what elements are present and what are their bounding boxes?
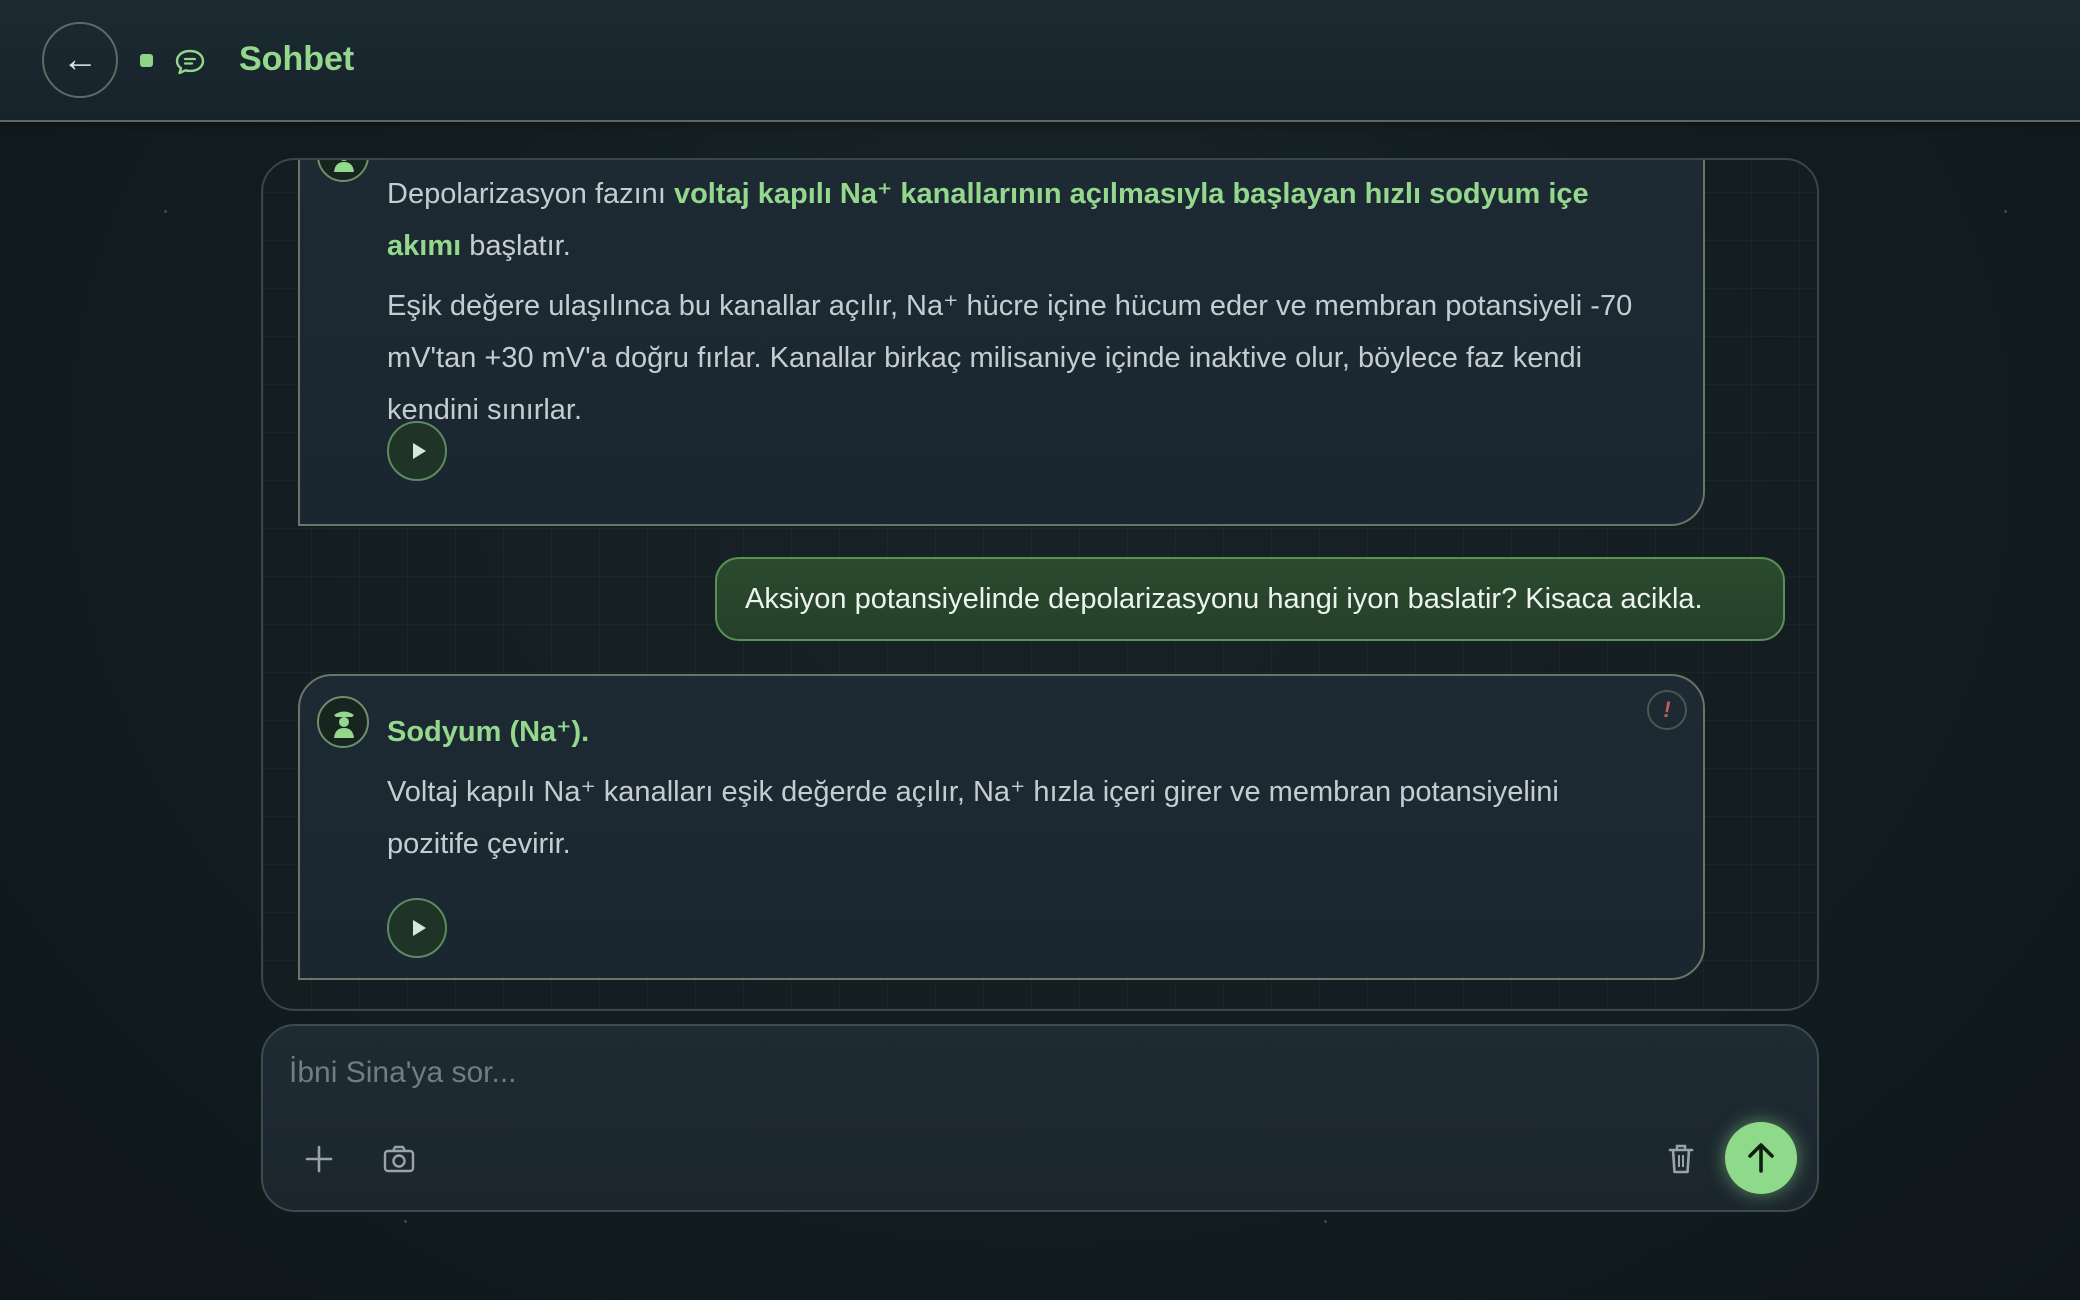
report-warning-button[interactable]: ! xyxy=(1647,690,1687,730)
assistant-avatar xyxy=(317,696,369,748)
lead-text: Depolarizasyon fazını xyxy=(387,178,674,210)
background-speck xyxy=(404,1220,407,1223)
send-button[interactable] xyxy=(1725,1122,1797,1194)
background-speck xyxy=(164,210,167,213)
assistant-message: ! Sodyum (Na⁺). Voltaj kapılı Na⁺ kanall… xyxy=(298,674,1705,980)
message-composer xyxy=(261,1024,1819,1212)
arrow-up-icon xyxy=(1748,1143,1774,1173)
play-icon xyxy=(413,443,426,459)
background-speck xyxy=(2004,210,2007,213)
message-lead: Depolarizasyon fazını voltaj kapılı Na⁺ … xyxy=(387,168,1637,272)
app-header: ← Sohbet xyxy=(0,0,2080,122)
answer-title: Sodyum (Na⁺). xyxy=(387,716,590,748)
chat-panel[interactable]: Depolarizasyon fazını voltaj kapılı Na⁺ … xyxy=(261,158,1819,1011)
assistant-avatar xyxy=(317,160,369,182)
message-paragraph: Eşik değere ulaşılınca bu kanallar açılı… xyxy=(387,290,1633,426)
message-paragraph: Voltaj kapılı Na⁺ kanalları eşik değerde… xyxy=(387,776,1559,860)
assistant-message: Depolarizasyon fazını voltaj kapılı Na⁺ … xyxy=(298,160,1705,526)
back-button[interactable]: ← xyxy=(42,22,118,98)
camera-icon[interactable] xyxy=(377,1137,421,1181)
message-content: Sodyum (Na⁺). Voltaj kapılı Na⁺ kanallar… xyxy=(387,706,1637,870)
physician-icon xyxy=(334,160,354,172)
play-icon xyxy=(413,920,426,936)
play-audio-button[interactable] xyxy=(387,898,447,958)
chat-bubble-icon xyxy=(175,49,205,75)
status-indicator xyxy=(140,54,153,67)
plus-icon[interactable] xyxy=(297,1137,341,1181)
page-title: Sohbet xyxy=(239,40,355,78)
message-input[interactable] xyxy=(289,1048,1689,1098)
physician-icon xyxy=(334,711,354,738)
play-audio-button[interactable] xyxy=(387,421,447,481)
message-content: Depolarizasyon fazını voltaj kapılı Na⁺ … xyxy=(387,168,1637,436)
user-message: Aksiyon potansiyelinde depolarizasyonu h… xyxy=(715,557,1785,641)
lead-text-end: başlatır. xyxy=(461,230,571,262)
trash-icon[interactable] xyxy=(1659,1137,1703,1181)
background-speck xyxy=(1324,1220,1327,1223)
